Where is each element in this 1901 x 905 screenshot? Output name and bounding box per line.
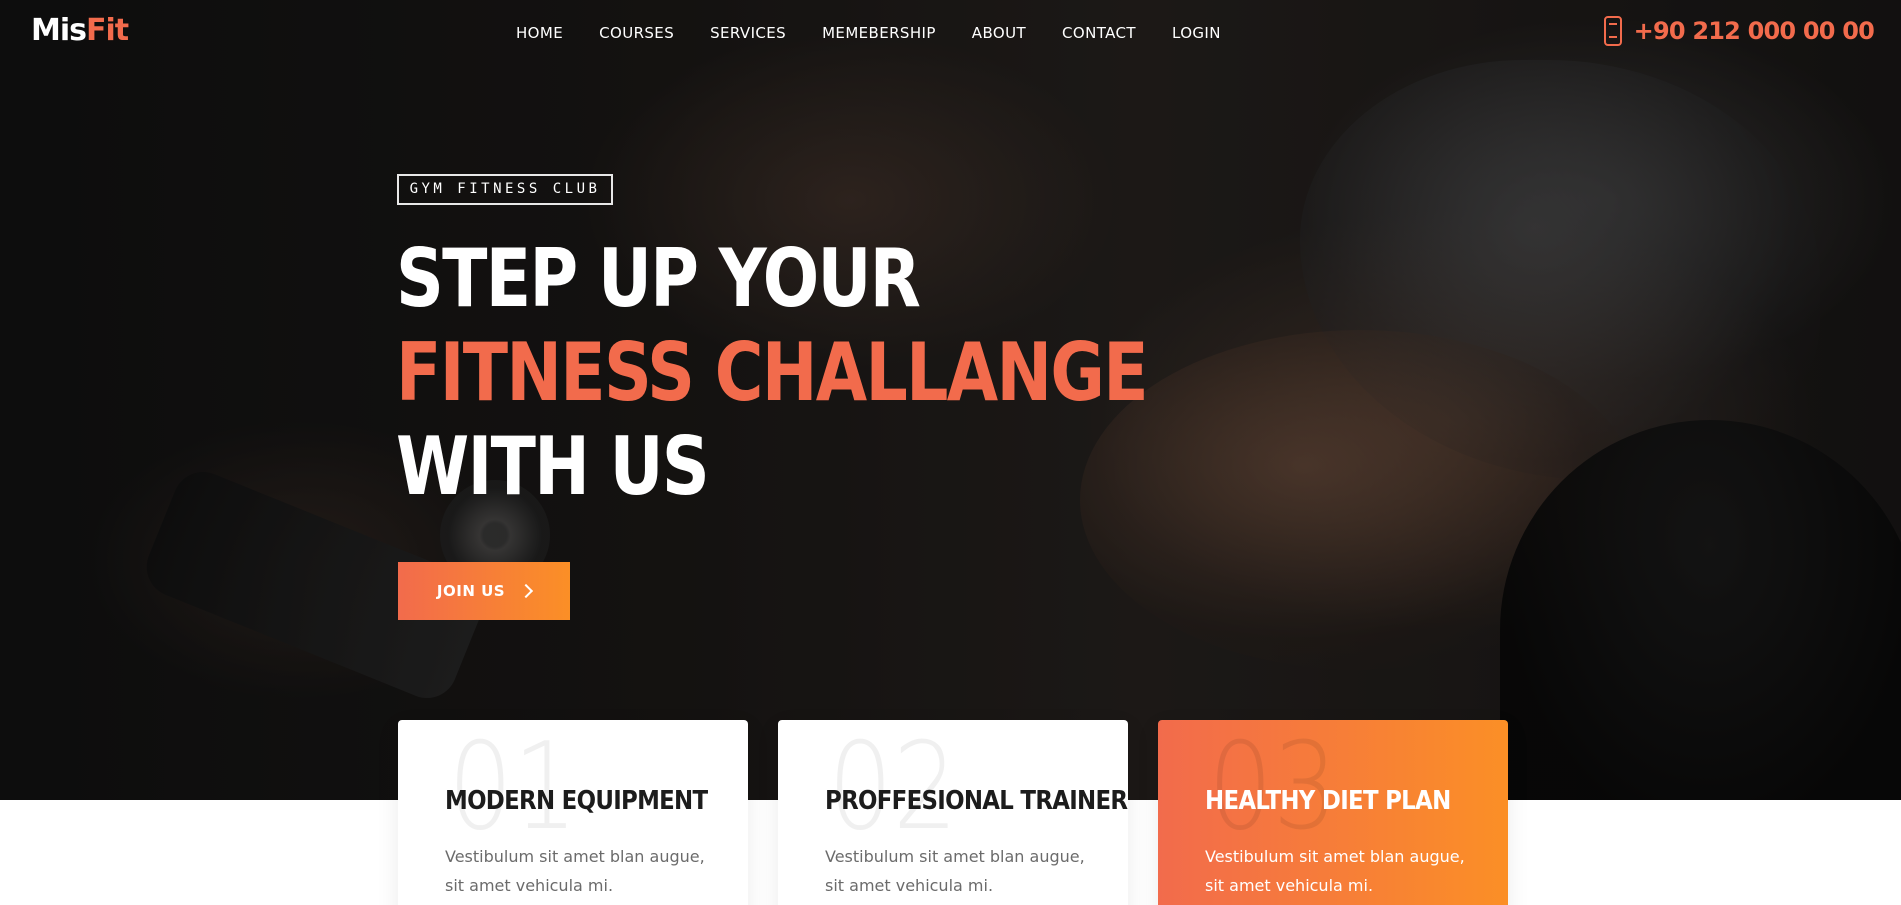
nav-item-courses[interactable]: COURSES <box>599 22 674 44</box>
nav-item-about[interactable]: ABOUT <box>972 22 1026 44</box>
hero-tag: GYM FITNESS CLUB <box>397 174 613 205</box>
phone-icon <box>1603 16 1622 46</box>
headline-line-1: STEP UP YOUR <box>396 232 921 325</box>
feature-text: Vestibulum sit amet blan augue, sit amet… <box>1205 847 1465 895</box>
logo-part-1: Mis <box>31 13 87 48</box>
feature-card-trainer[interactable]: 02 PROFFESIONAL TRAINER Vestibulum sit a… <box>778 720 1128 905</box>
nav-item-membership[interactable]: MEMEBERSHIP <box>822 22 936 44</box>
feature-text: Vestibulum sit amet blan augue, sit amet… <box>445 847 705 895</box>
hero-headline: STEP UP YOUR FITNESS CHALLANGE WITH US <box>396 232 1149 514</box>
headline-line-3: WITH US <box>396 420 710 513</box>
phone-number: +90 212 000 00 00 <box>1633 17 1875 45</box>
feature-card-equipment[interactable]: 01 MODERN EQUIPMENT Vestibulum sit amet … <box>398 720 748 905</box>
chevron-right-icon <box>519 583 534 599</box>
join-us-label: JOIN US <box>436 582 506 600</box>
feature-title: HEALTHY DIET PLAN <box>1205 786 1451 816</box>
feature-text: Vestibulum sit amet blan augue, sit amet… <box>825 847 1085 895</box>
phone-contact[interactable]: +90 212 000 00 00 <box>1603 16 1875 46</box>
brand-logo[interactable]: MisFit <box>31 12 129 50</box>
nav-item-login[interactable]: LOGIN <box>1172 22 1221 44</box>
main-menu: HOME COURSES SERVICES MEMEBERSHIP ABOUT … <box>516 22 1257 44</box>
top-navigation: MisFit HOME COURSES SERVICES MEMEBERSHIP… <box>0 0 1901 66</box>
feature-title: MODERN EQUIPMENT <box>445 786 708 816</box>
feature-card-diet[interactable]: 03 HEALTHY DIET PLAN Vestibulum sit amet… <box>1158 720 1508 905</box>
nav-item-contact[interactable]: CONTACT <box>1062 22 1136 44</box>
join-us-button[interactable]: JOIN US <box>398 562 570 620</box>
nav-item-home[interactable]: HOME <box>516 22 563 44</box>
headline-line-2: FITNESS CHALLANGE <box>396 326 1149 419</box>
logo-part-2: Fit <box>86 13 129 48</box>
feature-title: PROFFESIONAL TRAINER <box>825 786 1128 816</box>
hero-section: MisFit HOME COURSES SERVICES MEMEBERSHIP… <box>0 0 1901 800</box>
nav-item-services[interactable]: SERVICES <box>710 22 786 44</box>
